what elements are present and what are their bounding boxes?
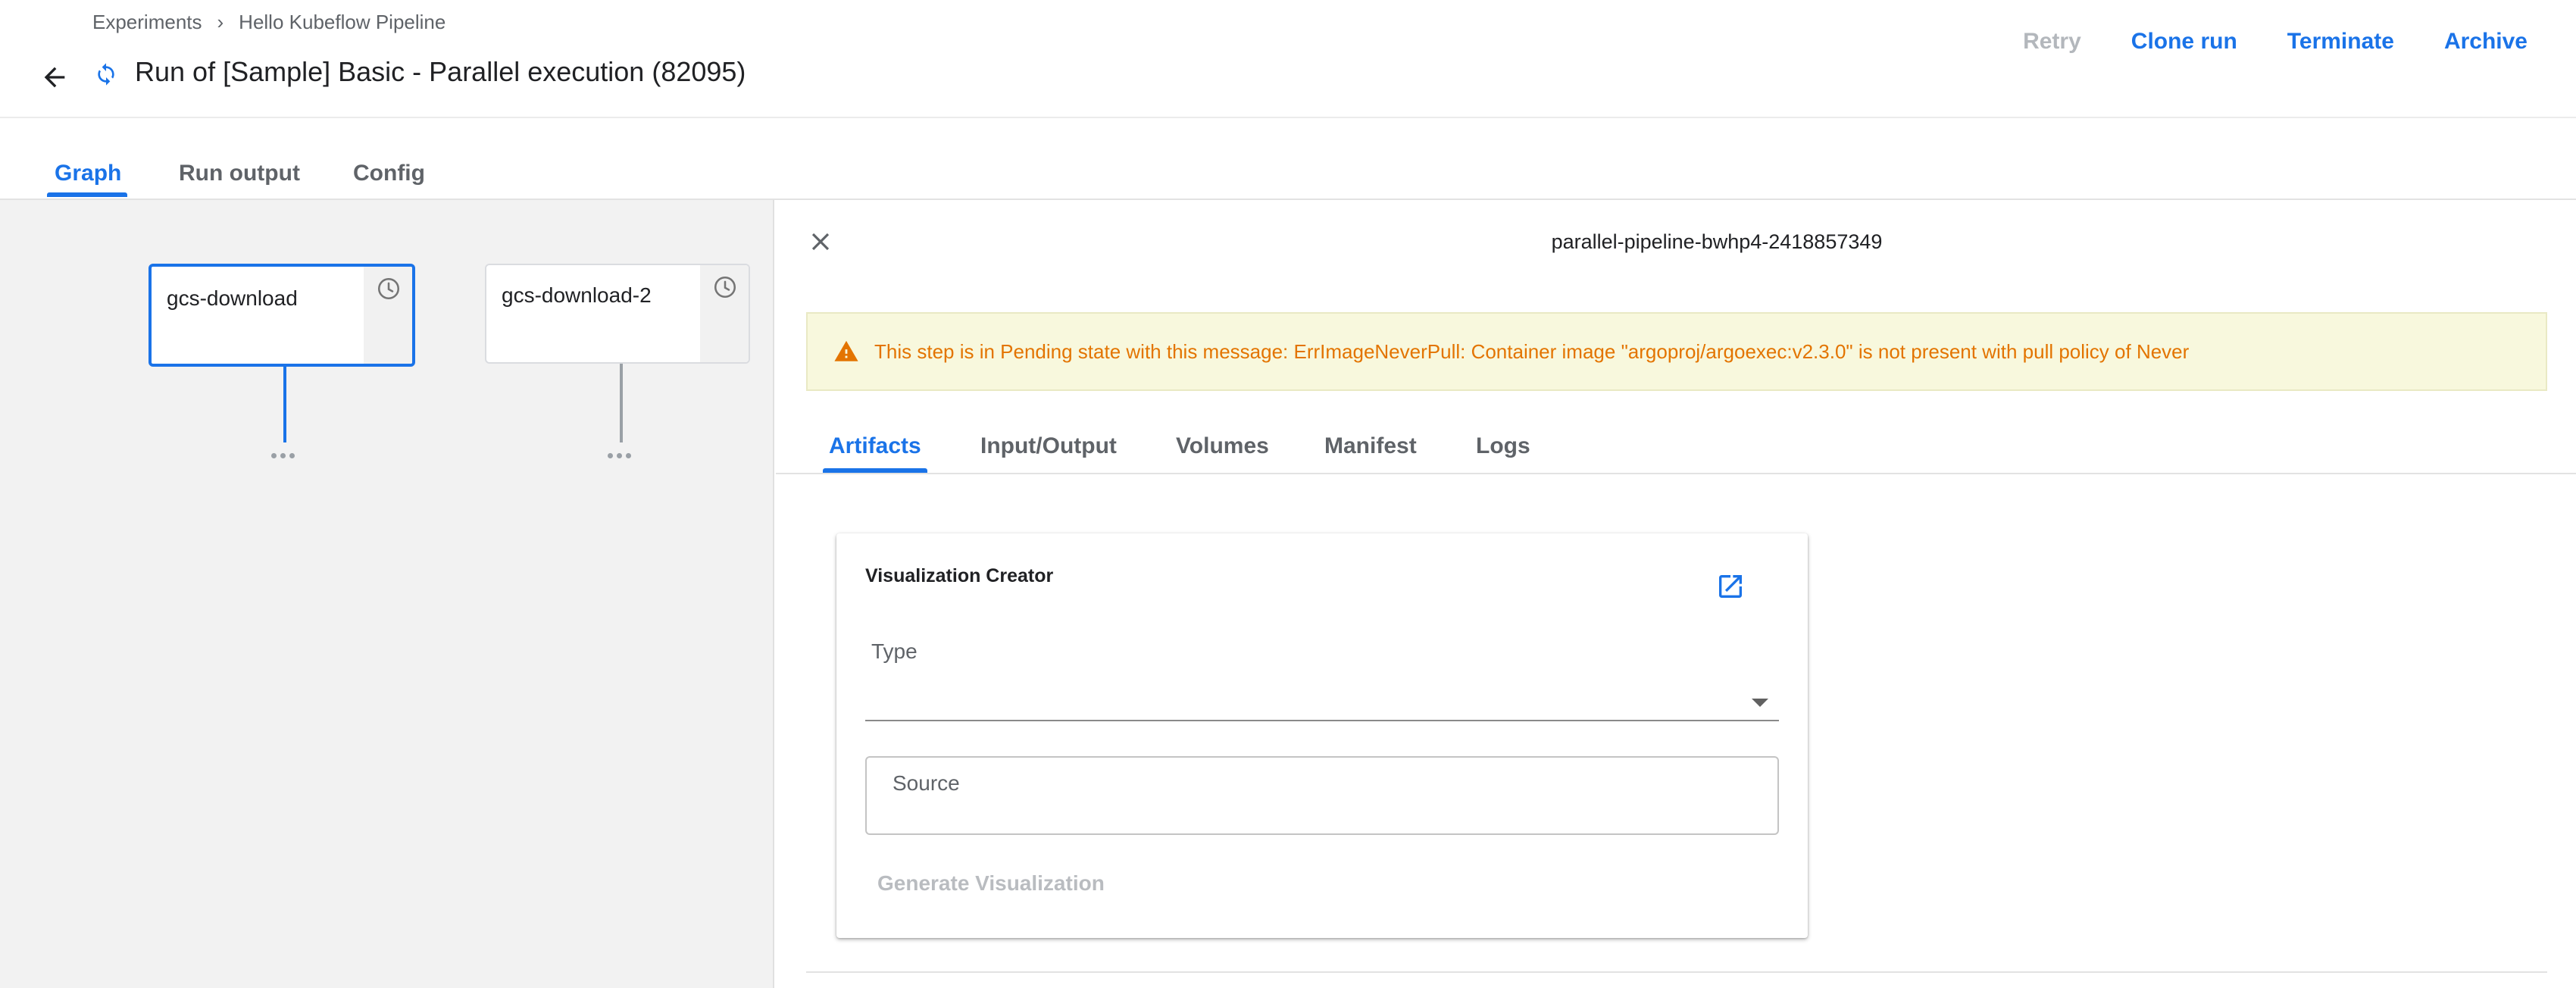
graph-ellipsis [608, 453, 631, 458]
tabs-divider [776, 473, 2576, 474]
node-details-panel: parallel-pipeline-bwhp4-2418857349 This … [776, 200, 2576, 988]
graph-node-gcs-download[interactable]: gcs-download [148, 264, 415, 367]
graph-edge [620, 364, 623, 442]
tab-manifest[interactable]: Manifest [1324, 433, 1417, 459]
dropdown-arrow-icon [1752, 699, 1768, 707]
section-divider [806, 971, 2547, 973]
graph-ellipsis [271, 453, 295, 458]
graph-node-gcs-download-2[interactable]: gcs-download-2 [485, 264, 750, 364]
breadcrumb-experiments[interactable]: Experiments [92, 11, 202, 34]
run-details-page: Experiments › Hello Kubeflow Pipeline Ru… [0, 0, 2576, 988]
visualization-creator-card: Visualization Creator Type Source Genera… [836, 533, 1808, 938]
node-status-area [700, 265, 749, 362]
node-status-area [364, 267, 412, 364]
node-label: gcs-download [167, 286, 298, 310]
archive-button[interactable]: Archive [2444, 29, 2528, 55]
open-in-new-button[interactable] [1715, 571, 1749, 605]
warning-message: This step is in Pending state with this … [874, 339, 2190, 363]
breadcrumb-separator: › [217, 11, 224, 33]
page-title: Run of [Sample] Basic - Parallel executi… [135, 56, 746, 87]
retry-button[interactable]: Retry [2023, 29, 2081, 55]
tab-indicator [47, 192, 127, 197]
tab-input-output[interactable]: Input/Output [980, 433, 1117, 459]
action-bar: Retry Clone run Terminate Archive [2023, 29, 2528, 55]
visualization-creator-title: Visualization Creator [865, 565, 1054, 586]
source-input[interactable] [865, 756, 1779, 835]
clone-run-button[interactable]: Clone run [2131, 29, 2237, 55]
tab-run-output[interactable]: Run output [179, 161, 300, 186]
tab-artifacts[interactable]: Artifacts [829, 433, 921, 459]
header-divider [0, 117, 2576, 118]
node-id-title: parallel-pipeline-bwhp4-2418857349 [1551, 230, 1883, 253]
node-label: gcs-download-2 [502, 283, 652, 307]
arrow-back-icon [44, 67, 65, 88]
tab-graph[interactable]: Graph [55, 161, 121, 186]
running-sync-icon [98, 63, 114, 86]
generate-visualization-button[interactable]: Generate Visualization [877, 871, 1105, 896]
clock-icon [377, 277, 400, 300]
node-detail-tabs: Artifacts Input/Output Volumes Manifest … [776, 427, 2576, 473]
graph-edge-selected [283, 367, 286, 442]
run-tabs: Graph Run output Config [0, 155, 2576, 199]
graph-canvas[interactable]: gcs-download gcs-download-2 [0, 200, 774, 988]
breadcrumb: Experiments › Hello Kubeflow Pipeline [92, 11, 445, 34]
tab-logs[interactable]: Logs [1476, 433, 1530, 459]
back-button[interactable] [35, 58, 74, 97]
open-in-new-icon [1719, 575, 1742, 598]
clock-icon [714, 276, 736, 299]
pending-warning-banner: This step is in Pending state with this … [806, 312, 2547, 391]
type-select[interactable] [865, 655, 1779, 721]
terminate-button[interactable]: Terminate [2287, 29, 2394, 55]
tab-volumes[interactable]: Volumes [1176, 433, 1269, 459]
warning-icon [834, 340, 858, 361]
breadcrumb-experiment[interactable]: Hello Kubeflow Pipeline [239, 11, 445, 34]
tab-config[interactable]: Config [353, 161, 425, 186]
